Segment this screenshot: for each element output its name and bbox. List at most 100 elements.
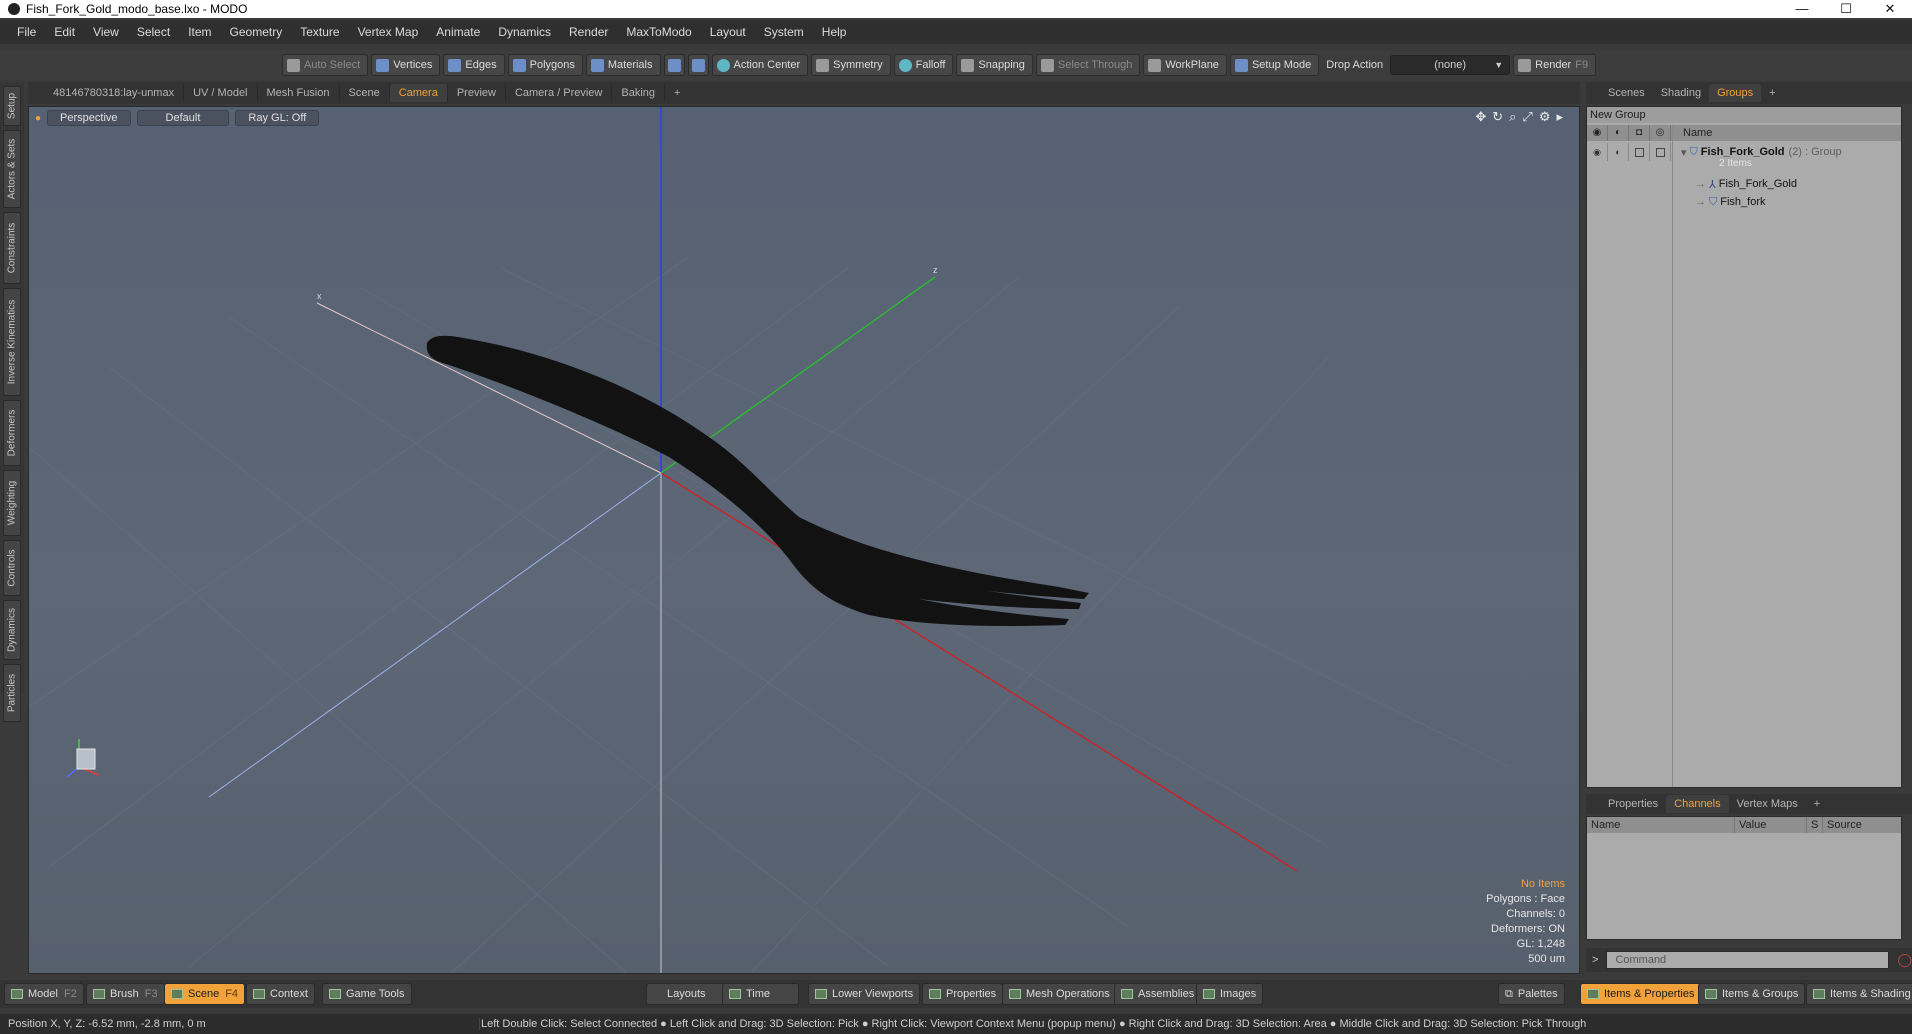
render-column-icon[interactable]: ◐	[1608, 125, 1629, 141]
setup-mode-button[interactable]: Setup Mode	[1229, 54, 1320, 76]
menu-select[interactable]: Select	[128, 25, 179, 39]
grid-icon	[1203, 989, 1215, 999]
action-center-button[interactable]: Action Center	[711, 54, 809, 76]
scene-layout-button[interactable]: Scene F4	[164, 983, 246, 1005]
tab-camera[interactable]: Camera	[389, 84, 448, 102]
group-child-row[interactable]: → ⅄ Fish_Fork_Gold	[1587, 175, 1901, 193]
drop-action-select[interactable]: (none) ▼	[1390, 55, 1511, 75]
context-layout-button[interactable]: Context	[246, 983, 315, 1005]
menu-render[interactable]: Render	[560, 25, 617, 39]
tab-dynamics[interactable]: Dynamics	[3, 600, 21, 660]
menu-edit[interactable]: Edit	[45, 25, 84, 39]
tab-scene[interactable]: Scene	[340, 84, 390, 102]
menu-texture[interactable]: Texture	[291, 25, 348, 39]
tab-camera-preview[interactable]: Camera / Preview	[506, 84, 613, 102]
maximize-viewport-icon[interactable]: ⤢	[1522, 109, 1532, 125]
tab-channels[interactable]: Channels	[1666, 795, 1729, 813]
materials-button[interactable]: Materials	[585, 54, 661, 76]
select-column-icon[interactable]: ◎	[1650, 125, 1671, 141]
tab-lay-unmax[interactable]: 48146780318:lay-unmax	[44, 84, 185, 102]
tab-constraints[interactable]: Constraints	[3, 212, 21, 284]
brush-layout-button[interactable]: Brush F3	[86, 983, 165, 1005]
maximize-button[interactable]: ☐	[1824, 1, 1868, 17]
model-layout-button[interactable]: Model F2	[4, 983, 84, 1005]
close-button[interactable]: ✕	[1868, 1, 1912, 17]
render-button[interactable]: Render F9	[1513, 54, 1597, 76]
vertices-button[interactable]: Vertices	[371, 54, 441, 76]
menu-item[interactable]: Item	[179, 25, 220, 39]
menu-animate[interactable]: Animate	[427, 25, 489, 39]
rotate-icon[interactable]: ↻	[1492, 109, 1503, 125]
new-group-button[interactable]: New Group	[1587, 107, 1901, 123]
tab-groups[interactable]: Groups	[1709, 84, 1762, 102]
tab-setup[interactable]: Setup	[3, 86, 21, 126]
tab-particles[interactable]: Particles	[3, 664, 21, 722]
tab-actors-sets[interactable]: Actors & Sets	[3, 130, 21, 208]
properties-button[interactable]: Properties	[922, 983, 1004, 1005]
snapping-button[interactable]: Snapping	[956, 54, 1033, 76]
tab-properties[interactable]: Properties	[1600, 795, 1666, 813]
command-input[interactable]: Command	[1606, 951, 1890, 969]
layouts-button[interactable]: Layouts	[646, 983, 727, 1005]
tab-inverse-kinematics[interactable]: Inverse Kinematics	[3, 288, 21, 396]
selection-mode-alt-button[interactable]	[687, 54, 709, 76]
palettes-button[interactable]: ⧉ Palettes	[1498, 983, 1565, 1005]
menu-file[interactable]: File	[8, 25, 45, 39]
tab-uv-model[interactable]: UV / Model	[184, 84, 258, 102]
game-tools-layout-button[interactable]: Game Tools	[322, 983, 412, 1005]
fish-fork-model[interactable]	[426, 335, 1089, 626]
tab-preview[interactable]: Preview	[448, 84, 506, 102]
auto-select-button[interactable]: Auto Select	[282, 54, 369, 76]
visibility-column-icon[interactable]: ◉	[1587, 125, 1608, 141]
menu-maxtomodo[interactable]: MaxToModo	[617, 25, 700, 39]
tab-vertex-maps[interactable]: Vertex Maps	[1729, 795, 1806, 813]
mesh-operations-button[interactable]: Mesh Operations	[1002, 983, 1117, 1005]
lock-column-icon[interactable]: ◘	[1629, 125, 1650, 141]
3d-viewport[interactable]: x z ● Perspective Default Ray GL: Off ✥ …	[28, 106, 1580, 974]
tab-deformers[interactable]: Deformers	[3, 400, 21, 466]
menu-geometry[interactable]: Geometry	[221, 25, 292, 39]
images-button[interactable]: Images	[1196, 983, 1264, 1005]
pan-icon[interactable]: ✥	[1475, 109, 1486, 125]
tab-controls[interactable]: Controls	[3, 540, 21, 596]
selection-mode-button[interactable]	[663, 54, 685, 76]
edges-button[interactable]: Edges	[443, 54, 505, 76]
polygons-button[interactable]: Polygons	[507, 54, 583, 76]
viewport-menu-dot[interactable]: ●	[35, 113, 41, 124]
group-child-row[interactable]: → ⛉ Fish_fork	[1587, 193, 1901, 211]
raygl-toggle[interactable]: Ray GL: Off	[235, 110, 320, 126]
zoom-icon[interactable]: ⌕	[1509, 109, 1516, 125]
record-icon[interactable]: ◯	[1897, 952, 1912, 968]
lower-viewports-button[interactable]: Lower Viewports	[808, 983, 921, 1005]
time-button[interactable]: Time	[722, 983, 800, 1005]
play-arrow-icon[interactable]: ▸	[1556, 109, 1563, 125]
workplane-button[interactable]: WorkPlane	[1143, 54, 1227, 76]
menu-layout[interactable]: Layout	[701, 25, 755, 39]
grid-icon	[1121, 989, 1133, 999]
projection-dropdown[interactable]: Perspective	[47, 110, 131, 126]
viewport-canvas[interactable]: x z	[29, 107, 1580, 974]
tab-weighting[interactable]: Weighting	[3, 470, 21, 536]
tab-baking[interactable]: Baking	[612, 84, 666, 102]
add-prop-tab-button[interactable]: +	[1806, 795, 1828, 813]
add-tab-button[interactable]: +	[665, 84, 689, 102]
menu-system[interactable]: System	[755, 25, 813, 39]
items-properties-button[interactable]: Items & Properties	[1580, 983, 1702, 1005]
items-groups-button[interactable]: Items & Groups	[1698, 983, 1806, 1005]
menu-dynamics[interactable]: Dynamics	[489, 25, 560, 39]
falloff-button[interactable]: Falloff	[893, 54, 954, 76]
add-right-tab-button[interactable]: +	[1761, 84, 1783, 102]
minimize-button[interactable]: —	[1780, 1, 1824, 17]
menu-view[interactable]: View	[84, 25, 128, 39]
tab-scenes[interactable]: Scenes	[1600, 84, 1653, 102]
symmetry-button[interactable]: Symmetry	[811, 54, 891, 76]
tab-mesh-fusion[interactable]: Mesh Fusion	[258, 84, 340, 102]
assemblies-button[interactable]: Assemblies	[1114, 983, 1202, 1005]
menu-help[interactable]: Help	[813, 25, 856, 39]
gear-icon[interactable]: ⚙	[1539, 109, 1551, 125]
select-through-button[interactable]: Select Through	[1035, 54, 1141, 76]
tab-shading[interactable]: Shading	[1653, 84, 1709, 102]
shading-dropdown[interactable]: Default	[136, 110, 230, 126]
menu-vertex-map[interactable]: Vertex Map	[349, 25, 428, 39]
items-shading-button[interactable]: Items & Shading	[1806, 983, 1912, 1005]
